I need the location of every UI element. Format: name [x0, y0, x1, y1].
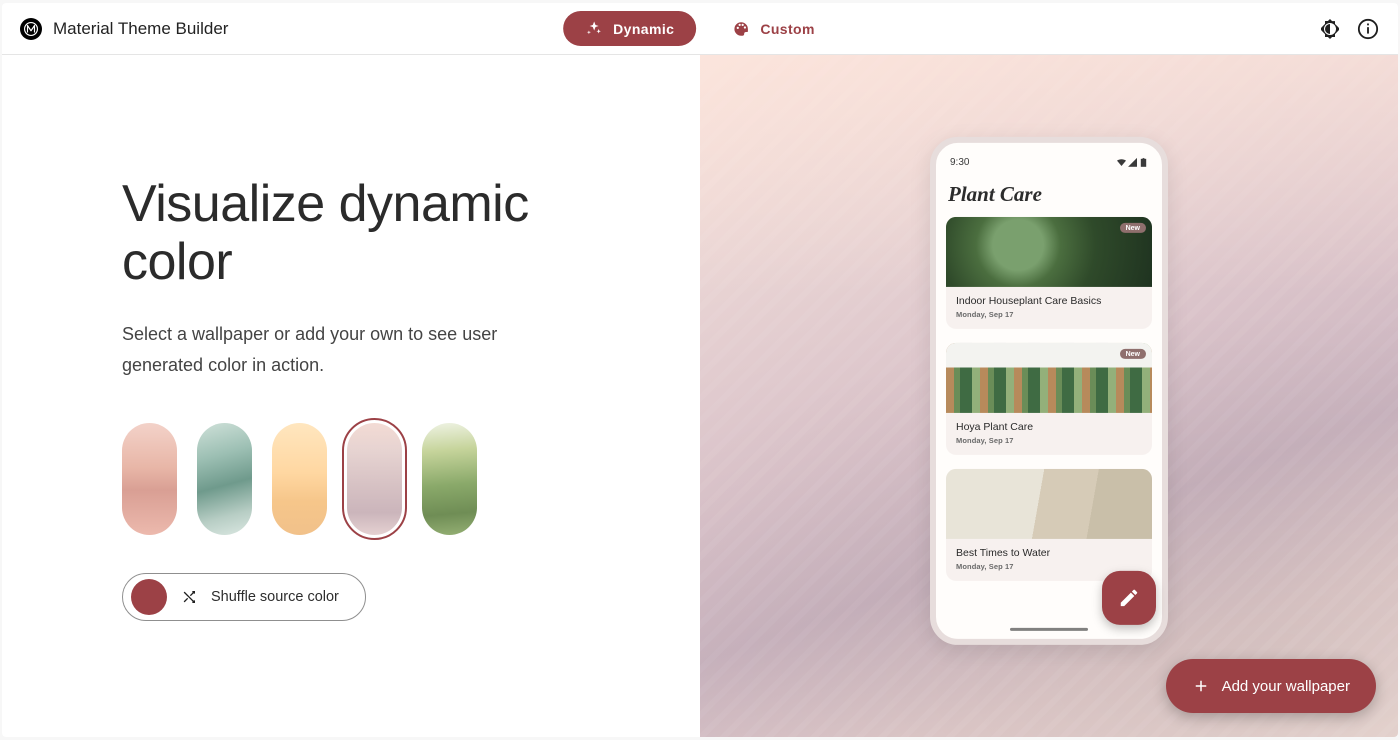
- new-badge: New: [1120, 349, 1146, 359]
- wallpaper-chip-3[interactable]: [347, 423, 402, 535]
- card-date: Monday, Sep 17: [956, 310, 1142, 319]
- cards: New Indoor Houseplant Care Basics Monday…: [946, 217, 1152, 622]
- topbar: Material Theme Builder Dynamic Custom: [2, 3, 1398, 55]
- wallpaper-chip-4[interactable]: [422, 423, 477, 535]
- theme-toggle-button[interactable]: [1318, 17, 1342, 41]
- shuffle-source-color-button[interactable]: Shuffle source color: [122, 573, 366, 621]
- material-logo-icon: [20, 18, 42, 40]
- wallpaper-chip-0[interactable]: [122, 423, 177, 535]
- card-1[interactable]: New Hoya Plant Care Monday, Sep 17: [946, 343, 1152, 455]
- brightness-icon: [1318, 17, 1342, 41]
- hero-subtitle: Select a wallpaper or add your own to se…: [122, 319, 542, 380]
- edit-fab[interactable]: [1102, 571, 1156, 625]
- brand: Material Theme Builder: [20, 18, 228, 40]
- card-2[interactable]: Best Times to Water Monday, Sep 17: [946, 469, 1152, 581]
- card-title: Hoya Plant Care: [956, 421, 1142, 433]
- tab-label: Custom: [760, 21, 815, 37]
- preview-pane: 9:30 Plant Care New Ind: [700, 55, 1398, 737]
- brand-name: Material Theme Builder: [53, 19, 228, 39]
- status-icons: [1117, 158, 1148, 167]
- card-title: Indoor Houseplant Care Basics: [956, 295, 1142, 307]
- card-0[interactable]: New Indoor Houseplant Care Basics Monday…: [946, 217, 1152, 329]
- app-title: Plant Care: [948, 182, 1150, 207]
- add-wallpaper-label: Add your wallpaper: [1222, 678, 1350, 695]
- battery-icon: [1139, 158, 1148, 167]
- home-indicator: [1010, 628, 1088, 631]
- shuffle-label: Shuffle source color: [211, 589, 339, 605]
- card-date: Monday, Sep 17: [956, 562, 1142, 571]
- wallpaper-chips: [122, 423, 590, 535]
- shuffle-icon: [181, 589, 197, 605]
- hero-title: Visualize dynamic color: [122, 175, 590, 291]
- pencil-icon: [1118, 587, 1140, 609]
- new-badge: New: [1120, 223, 1146, 233]
- palette-icon: [732, 20, 750, 38]
- sparkle-icon: [585, 20, 603, 38]
- wallpaper-chip-2[interactable]: [272, 423, 327, 535]
- tab-custom[interactable]: Custom: [710, 11, 837, 46]
- info-button[interactable]: [1356, 17, 1380, 41]
- mode-tabs: Dynamic Custom: [563, 11, 837, 46]
- status-time: 9:30: [950, 157, 969, 168]
- left-pane: Visualize dynamic color Select a wallpap…: [2, 55, 700, 737]
- top-actions: [1318, 17, 1380, 41]
- card-image: [946, 469, 1152, 539]
- signal-icon: [1128, 158, 1137, 167]
- phone-mock: 9:30 Plant Care New Ind: [930, 137, 1168, 645]
- info-icon: [1357, 18, 1379, 40]
- tab-dynamic[interactable]: Dynamic: [563, 11, 696, 46]
- wallpaper-chip-1[interactable]: [197, 423, 252, 535]
- add-wallpaper-button[interactable]: Add your wallpaper: [1166, 659, 1376, 713]
- source-color-swatch: [131, 579, 167, 615]
- tab-label: Dynamic: [613, 21, 674, 37]
- status-bar: 9:30: [950, 157, 1148, 168]
- card-title: Best Times to Water: [956, 547, 1142, 559]
- card-date: Monday, Sep 17: [956, 436, 1142, 445]
- plus-icon: [1192, 677, 1210, 695]
- wifi-icon: [1117, 158, 1126, 167]
